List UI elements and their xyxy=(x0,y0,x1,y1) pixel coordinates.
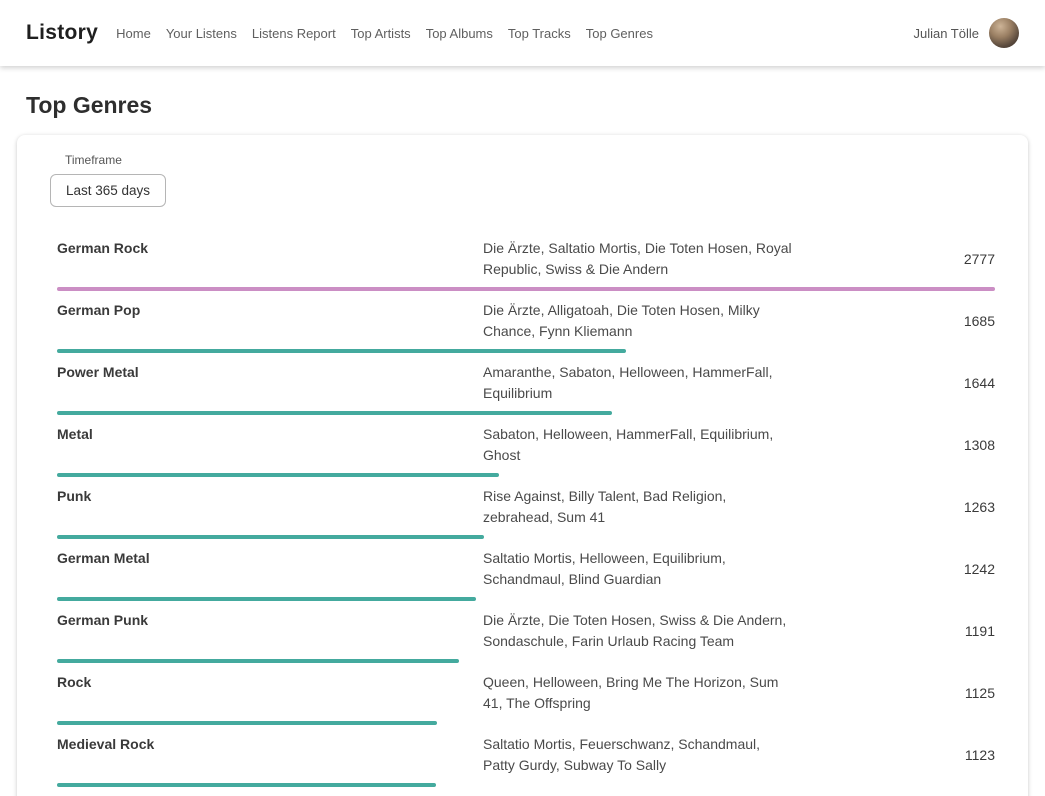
genre-artists: Amaranthe, Sabaton, Helloween, HammerFal… xyxy=(483,362,793,404)
genre-row: German PunkDie Ärzte, Die Toten Hosen, S… xyxy=(57,601,995,663)
user-name[interactable]: Julian Tölle xyxy=(913,26,979,41)
genre-artists: Saltatio Mortis, Helloween, Equilibrium,… xyxy=(483,548,793,590)
genre-row: RockQueen, Helloween, Bring Me The Horiz… xyxy=(57,663,995,725)
genre-artists: Queen, Helloween, Bring Me The Horizon, … xyxy=(483,672,793,714)
genre-count: 1644 xyxy=(793,375,995,391)
genre-name: Punk xyxy=(57,486,483,504)
nav-item-home[interactable]: Home xyxy=(116,26,151,41)
nav-item-listens-report[interactable]: Listens Report xyxy=(252,26,336,41)
genre-row: German RockDie Ärzte, Saltatio Mortis, D… xyxy=(57,229,995,291)
nav-item-top-tracks[interactable]: Top Tracks xyxy=(508,26,571,41)
genre-count: 1191 xyxy=(793,623,995,639)
genre-table: German RockDie Ärzte, Saltatio Mortis, D… xyxy=(50,229,995,796)
genre-name: Metal xyxy=(57,424,483,442)
genre-name: German Rock xyxy=(57,238,483,256)
genre-count: 2777 xyxy=(793,251,995,267)
genre-name: German Metal xyxy=(57,548,483,566)
genre-artists: Die Ärzte, Die Toten Hosen, Swiss & Die … xyxy=(483,610,793,652)
genre-count: 1242 xyxy=(793,561,995,577)
timeframe-label: Timeframe xyxy=(65,153,995,167)
nav-item-your-listens[interactable]: Your Listens xyxy=(166,26,237,41)
genre-row: Power MetalAmaranthe, Sabaton, Helloween… xyxy=(57,353,995,415)
nav-item-top-artists[interactable]: Top Artists xyxy=(351,26,411,41)
genre-row: German MetalSaltatio Mortis, Helloween, … xyxy=(57,539,995,601)
genre-artists: Saltatio Mortis, Feuerschwanz, Schandmau… xyxy=(483,734,793,776)
genre-row: PunkRise Against, Billy Talent, Bad Reli… xyxy=(57,477,995,539)
genre-name: German Pop xyxy=(57,300,483,318)
genre-name: German Punk xyxy=(57,610,483,628)
genre-count: 1125 xyxy=(793,685,995,701)
nav-right: Julian Tölle xyxy=(913,18,1019,48)
genre-row: Medieval RockSaltatio Mortis, Feuerschwa… xyxy=(57,725,995,787)
genre-artists: Sabaton, Helloween, HammerFall, Equilibr… xyxy=(483,424,793,466)
timeframe-select[interactable]: Last 365 days xyxy=(50,174,166,207)
genre-row: MetalSabaton, Helloween, HammerFall, Equ… xyxy=(57,415,995,477)
page-content: Top Genres Timeframe Last 365 days Germa… xyxy=(0,92,1045,796)
genre-artists: Die Ärzte, Saltatio Mortis, Die Toten Ho… xyxy=(483,238,793,280)
main-nav: Home Your Listens Listens Report Top Artist… xyxy=(116,26,653,41)
page-title: Top Genres xyxy=(26,92,1019,119)
genre-name: Rock xyxy=(57,672,483,690)
genre-row: Melodic MetalUnleash The Archers, Hellow… xyxy=(57,787,995,796)
genre-name: Power Metal xyxy=(57,362,483,380)
genre-artists: Die Ärzte, Alligatoah, Die Toten Hosen, … xyxy=(483,300,793,342)
genre-row: German PopDie Ärzte, Alligatoah, Die Tot… xyxy=(57,291,995,353)
nav-item-top-genres[interactable]: Top Genres xyxy=(586,26,653,41)
brand-logo[interactable]: Listory xyxy=(26,21,98,45)
genre-count: 1263 xyxy=(793,499,995,515)
nav-item-top-albums[interactable]: Top Albums xyxy=(426,26,493,41)
top-genres-card: Timeframe Last 365 days German RockDie Ä… xyxy=(17,135,1028,796)
avatar[interactable] xyxy=(989,18,1019,48)
genre-name: Medieval Rock xyxy=(57,734,483,752)
genre-count: 1123 xyxy=(793,747,995,763)
top-navbar: Listory Home Your Listens Listens Report To… xyxy=(0,0,1045,66)
genre-artists: Rise Against, Billy Talent, Bad Religion… xyxy=(483,486,793,528)
genre-count: 1685 xyxy=(793,313,995,329)
genre-count: 1308 xyxy=(793,437,995,453)
